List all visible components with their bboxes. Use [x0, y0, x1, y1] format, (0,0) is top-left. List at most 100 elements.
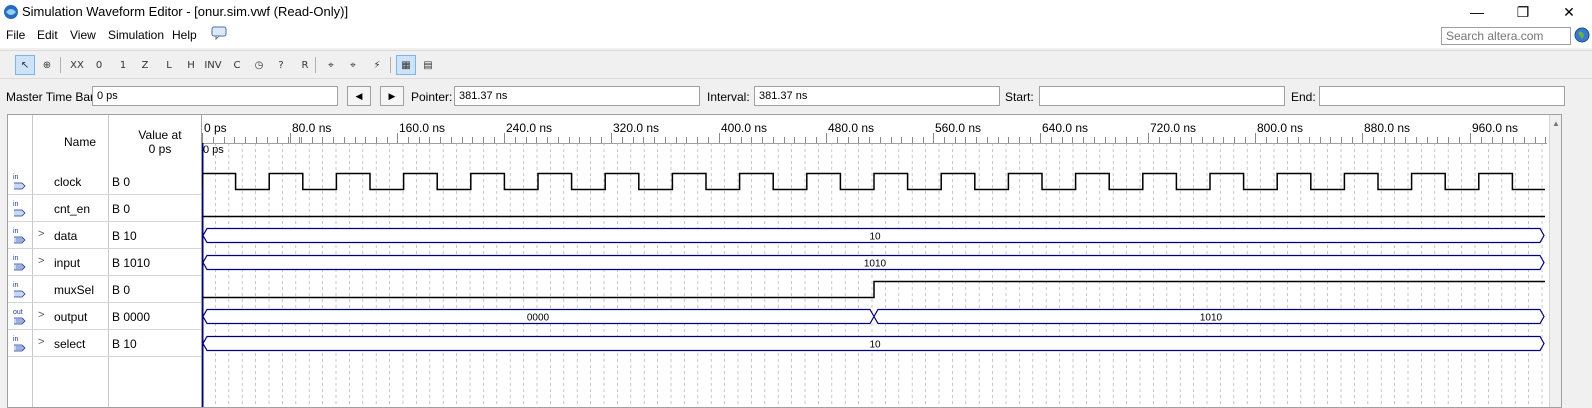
expand-chevron-icon[interactable]: >	[38, 336, 44, 348]
grid-view-icon[interactable]: ▦	[396, 55, 416, 75]
next-transition-button[interactable]: ▶	[380, 86, 404, 106]
time-tick-label: 800.0 ns	[1257, 121, 1304, 135]
selection-tool-icon[interactable]: ↖	[15, 55, 35, 75]
snap-settings-icon[interactable]: ⌖	[343, 55, 363, 75]
time-tick-label: 560.0 ns	[935, 121, 982, 135]
random-value-icon[interactable]: R	[295, 55, 315, 75]
output-bus-value: 1010	[1200, 313, 1223, 324]
signal-value: B 1010	[112, 256, 151, 270]
signal-name: cnt_en	[54, 202, 91, 216]
time-tick-label: 0 ps	[204, 121, 227, 135]
help-speech-icon[interactable]	[211, 26, 227, 40]
menu-edit[interactable]: Edit	[37, 28, 58, 42]
menu-file[interactable]: File	[6, 28, 25, 42]
globe-icon[interactable]	[1574, 27, 1590, 43]
start-label: Start:	[1005, 90, 1034, 104]
signal-row-output[interactable]: out > output B 0000	[8, 303, 201, 330]
svg-text:in: in	[13, 228, 19, 235]
waveform-canvas: 0 ps1010100000 101010	[202, 143, 1545, 407]
high-impedance-icon[interactable]: Z	[135, 55, 155, 75]
output-bus-value: 0000	[527, 313, 550, 324]
menu-simulation[interactable]: Simulation	[108, 28, 164, 42]
signal-row-cnt_en[interactable]: in cnt_en B 0	[8, 195, 201, 222]
zoom-tool-icon[interactable]: ⊕	[37, 55, 57, 75]
forcing-low-icon[interactable]: 0	[89, 55, 109, 75]
output-pin-icon: out	[13, 309, 26, 325]
signal-name: clock	[54, 175, 82, 189]
svg-text:in: in	[13, 336, 19, 343]
time-ruler: 0 ps 80.0 ns 160.0 ns 240.0 ns 320.0 ns 400.0…	[202, 115, 1557, 144]
time-tick-label: 480.0 ns	[828, 121, 875, 135]
count-value-icon[interactable]: C	[227, 55, 247, 75]
window-title: Simulation Waveform Editor - [onur.sim.v…	[22, 4, 349, 19]
scroll-up-icon[interactable]: ▲	[1552, 119, 1560, 128]
input-pin-icon: in	[13, 201, 26, 217]
expand-chevron-icon[interactable]: >	[38, 228, 44, 240]
time-tick-label: 720.0 ns	[1150, 121, 1197, 135]
signal-row-data[interactable]: in > data B 10	[8, 222, 201, 249]
snap-to-grid-icon[interactable]: ⌖	[321, 55, 341, 75]
muxsel-waveform	[202, 280, 1545, 299]
ruler-tick	[933, 133, 934, 143]
data-bus-value: 10	[869, 232, 881, 243]
time-tick-label: 880.0 ns	[1364, 121, 1411, 135]
signal-value: B 0	[112, 202, 131, 216]
waveform-grid: Name Value at 0 ps in clock B 0 in cnt_en B 0…	[7, 114, 1562, 408]
time-tick-label: 960.0 ns	[1472, 121, 1519, 135]
weak-high-icon[interactable]: H	[181, 55, 201, 75]
time-tick-label: 640.0 ns	[1042, 121, 1089, 135]
expand-chevron-icon[interactable]: >	[38, 309, 44, 321]
list-view-icon[interactable]: ▤	[418, 55, 438, 75]
expand-chevron-icon[interactable]: >	[38, 255, 44, 267]
input-bus-pin-icon: in	[13, 336, 26, 352]
previous-transition-button[interactable]: ◀	[347, 86, 371, 106]
arbitrary-value-icon[interactable]: ?	[271, 55, 291, 75]
end-field[interactable]	[1319, 86, 1565, 106]
close-button[interactable]: ✕	[1546, 0, 1592, 24]
menu-help[interactable]: Help	[172, 28, 197, 42]
master-time-bar-label: Master Time Bar:	[6, 90, 98, 104]
pointer-field: 381.37 ns	[454, 86, 700, 106]
forcing-high-icon[interactable]: 1	[113, 55, 133, 75]
ruler-tick	[290, 133, 291, 143]
signal-value: B 0	[112, 283, 131, 297]
svg-text:out: out	[13, 309, 23, 316]
weak-low-icon[interactable]: L	[159, 55, 179, 75]
vertical-scrollbar[interactable]: ▲	[1549, 115, 1561, 407]
toolbar: ↖ ⊕ XX 0 1 Z L H INV C ◷? R ⌖ ⌖ ⚡ ▦ ▤	[0, 50, 1592, 79]
maximize-button[interactable]: ❐	[1500, 0, 1546, 24]
clock-icon[interactable]: ◷	[249, 55, 269, 75]
select-bus-value: 10	[869, 340, 881, 351]
functional-sim-icon[interactable]: ⚡	[367, 55, 387, 75]
search-input[interactable]	[1441, 27, 1571, 45]
start-field[interactable]	[1039, 86, 1285, 106]
title-bar: Simulation Waveform Editor - [onur.sim.v…	[0, 0, 1592, 24]
toolbar-separator	[390, 57, 391, 73]
ruler-tick	[719, 133, 720, 143]
signal-row-select[interactable]: in > select B 10	[8, 330, 201, 357]
interval-label: Interval:	[707, 90, 750, 104]
value-column-header[interactable]: Value at 0 ps	[128, 128, 192, 156]
svg-text:in: in	[13, 201, 19, 208]
time-tick-label: 320.0 ns	[613, 121, 660, 135]
master-time-bar-field[interactable]: 0 ps	[92, 86, 338, 106]
signal-row-input[interactable]: in > input B 1010	[8, 249, 201, 276]
forcing-unknown-icon[interactable]: XX	[67, 55, 87, 75]
time-tick-label: 240.0 ns	[506, 121, 553, 135]
name-column-header[interactable]: Name	[64, 135, 96, 149]
ruler-tick	[611, 133, 612, 143]
invert-icon[interactable]: INV	[203, 55, 223, 75]
menu-view[interactable]: View	[70, 28, 96, 42]
menu-bar: File Edit View Simulation Help	[0, 24, 1592, 48]
app-icon	[4, 5, 18, 19]
input-bus-pin-icon: in	[13, 228, 26, 244]
minimize-button[interactable]: —	[1454, 0, 1500, 24]
signal-row-clock[interactable]: in clock B 0	[8, 168, 201, 195]
signal-value: B 0	[112, 175, 131, 189]
signal-name: select	[54, 337, 86, 351]
signal-row-muxSel[interactable]: in muxSel B 0	[8, 276, 201, 303]
ruler-tick	[202, 133, 203, 143]
signal-value: B 10	[112, 337, 137, 351]
time-tick-label: 400.0 ns	[721, 121, 768, 135]
end-label: End:	[1291, 90, 1316, 104]
